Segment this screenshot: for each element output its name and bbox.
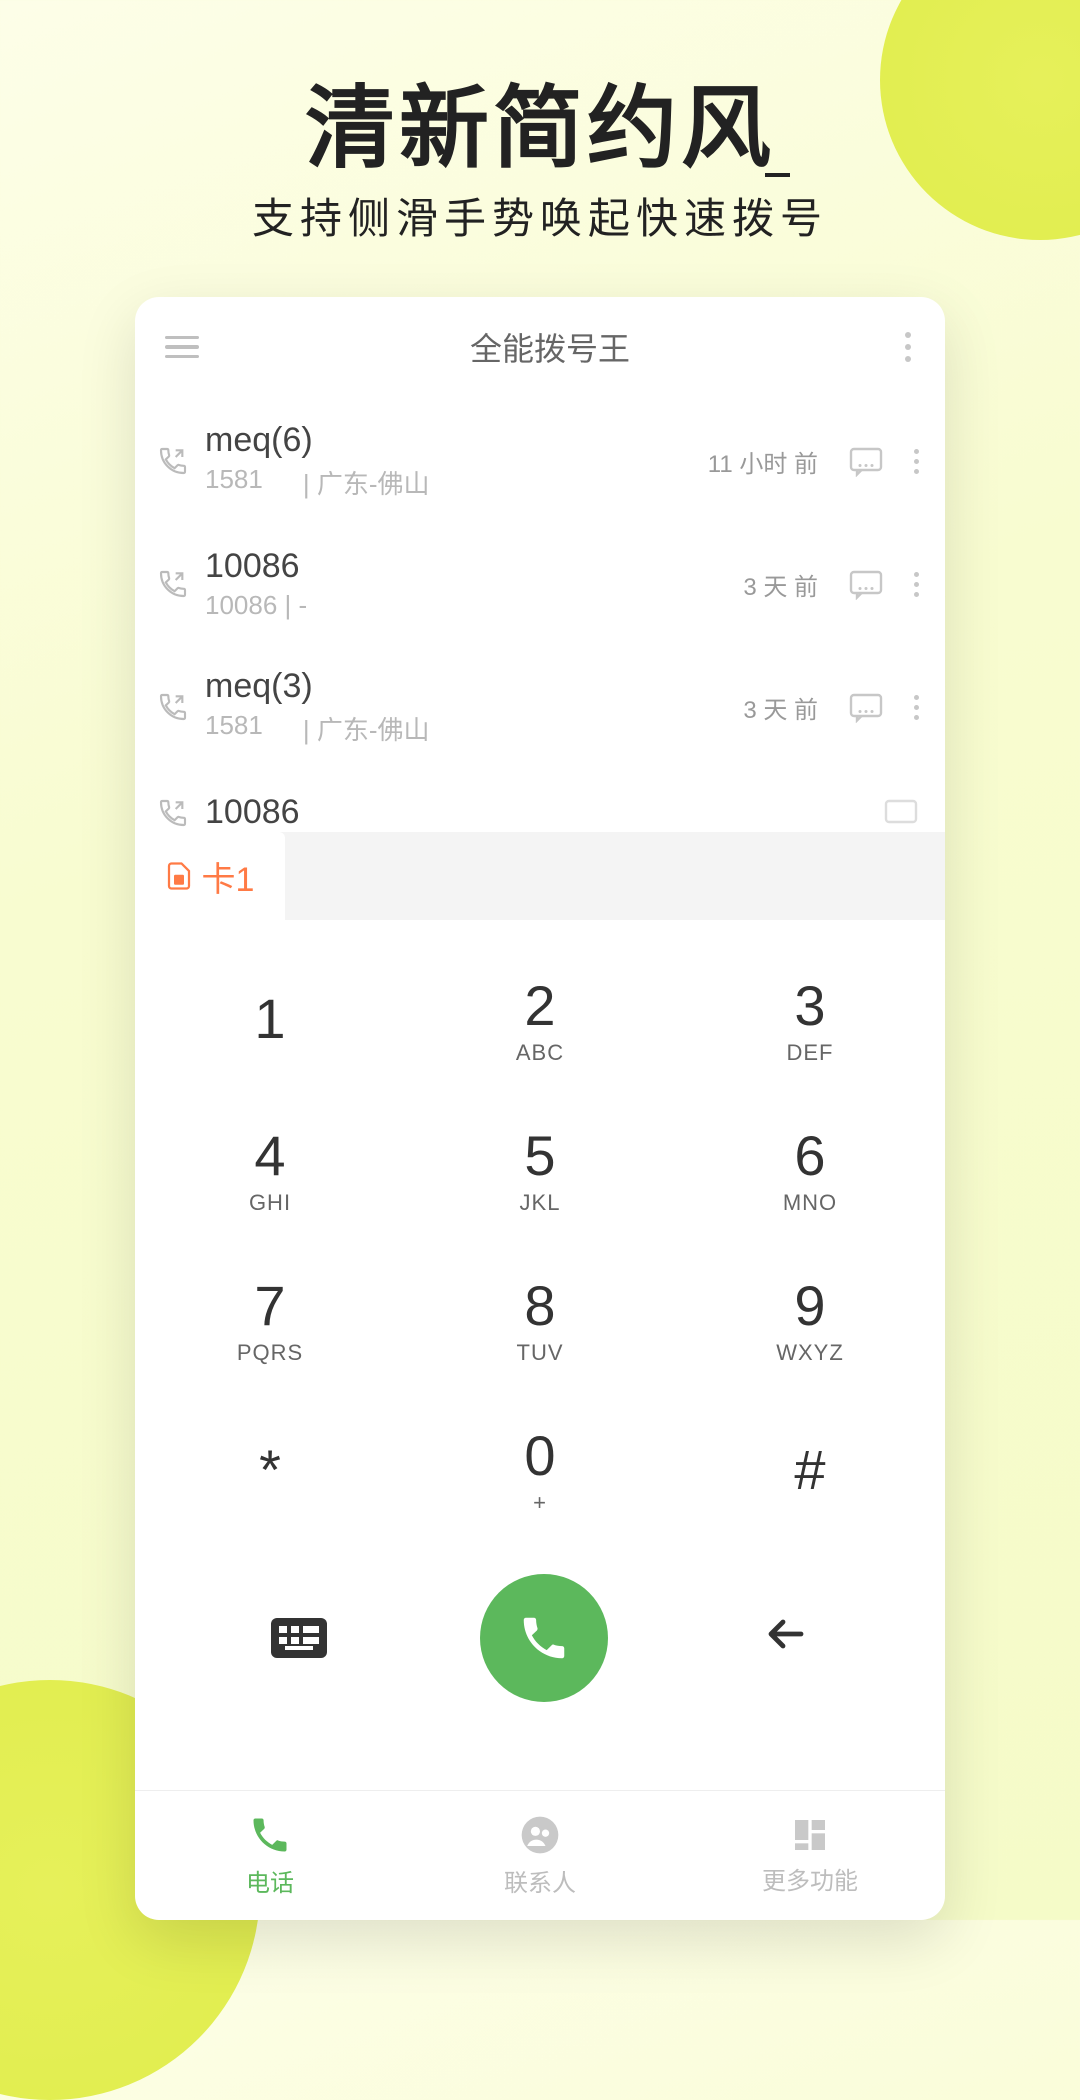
call-detail: 1581 | 广东-佛山 (205, 710, 727, 747)
hero-underline (765, 173, 790, 177)
more-tab-icon (790, 1815, 830, 1855)
call-log-item[interactable]: meq(3) 1581 | 广东-佛山 3 天 前 (135, 643, 945, 769)
call-number: 1581 (205, 710, 263, 747)
outgoing-call-icon (157, 691, 189, 723)
call-name: meq(6) (205, 421, 692, 460)
call-detail: 10086 | - (205, 590, 727, 621)
phone-frame: 全能拨号王 meq(6) 1581 | 广东-佛山 11 小时 前 10086 (135, 297, 945, 1920)
nav-contacts[interactable]: 联系人 (405, 1791, 675, 1920)
call-name: meq(3) (205, 667, 727, 706)
call-info: 10086 (205, 793, 853, 832)
call-time: 3 天 前 (743, 690, 818, 725)
hero-subtitle: 支持侧滑手势唤起快速拨号 (0, 185, 1080, 246)
key-9[interactable]: 9WXYZ (675, 1244, 945, 1394)
call-name: 10086 (205, 547, 727, 586)
key-hash[interactable]: # (675, 1394, 945, 1544)
key-0[interactable]: 0+ (405, 1394, 675, 1544)
outgoing-call-icon (157, 797, 189, 829)
app-title: 全能拨号王 (470, 324, 630, 370)
hero-title-text: 清新简约风 (305, 79, 775, 179)
message-icon[interactable] (883, 797, 919, 829)
phone-icon (517, 1611, 571, 1665)
sim-label: 卡1 (202, 852, 255, 901)
key-6[interactable]: 6MNO (675, 1094, 945, 1244)
sim-tab-bar: 卡1 (135, 832, 945, 920)
key-5[interactable]: 5JKL (405, 1094, 675, 1244)
call-info: meq(3) 1581 | 广东-佛山 (205, 667, 727, 747)
call-time: 11 小时 前 (708, 444, 818, 479)
sim-tab-1[interactable]: 卡1 (135, 832, 285, 920)
call-number: 1581 (205, 464, 263, 501)
nav-phone[interactable]: 电话 (135, 1791, 405, 1920)
call-location: | 广东-佛山 (303, 464, 430, 501)
keyboard-toggle-icon[interactable] (271, 1618, 327, 1658)
sim-icon (166, 861, 192, 891)
nav-label: 更多功能 (762, 1861, 858, 1896)
contacts-tab-icon (518, 1813, 562, 1857)
call-number: 10086 | - (205, 590, 307, 621)
message-icon[interactable] (848, 568, 884, 600)
key-7[interactable]: 7PQRS (135, 1244, 405, 1394)
key-8[interactable]: 8TUV (405, 1244, 675, 1394)
item-more-icon[interactable] (914, 449, 919, 474)
bottom-nav: 电话 联系人 更多功能 (135, 1790, 945, 1920)
call-time: 3 天 前 (743, 567, 818, 602)
call-name: 10086 (205, 793, 853, 832)
item-more-icon[interactable] (914, 695, 919, 720)
call-info: 10086 10086 | - (205, 547, 727, 621)
outgoing-call-icon (157, 445, 189, 477)
message-icon[interactable] (848, 445, 884, 477)
dial-button[interactable] (480, 1574, 608, 1702)
more-icon[interactable] (901, 328, 915, 366)
nav-label: 联系人 (504, 1863, 576, 1898)
phone-tab-icon (248, 1813, 292, 1857)
call-log: meq(6) 1581 | 广东-佛山 11 小时 前 10086 10086 … (135, 397, 945, 832)
item-more-icon[interactable] (914, 572, 919, 597)
call-log-item[interactable]: meq(6) 1581 | 广东-佛山 11 小时 前 (135, 397, 945, 523)
key-2[interactable]: 2ABC (405, 944, 675, 1094)
nav-label: 电话 (246, 1863, 294, 1898)
key-1[interactable]: 1 (135, 944, 405, 1094)
call-log-item[interactable]: 10086 10086 | - 3 天 前 (135, 523, 945, 643)
call-location: | 广东-佛山 (303, 710, 430, 747)
outgoing-call-icon (157, 568, 189, 600)
backspace-icon[interactable] (761, 1606, 809, 1671)
key-4[interactable]: 4GHI (135, 1094, 405, 1244)
menu-icon[interactable] (165, 336, 199, 359)
topbar: 全能拨号王 (135, 297, 945, 397)
dial-actions (135, 1544, 945, 1742)
call-log-item[interactable]: 10086 (135, 769, 945, 832)
nav-more[interactable]: 更多功能 (675, 1791, 945, 1920)
hero-title: 清新简约风 (0, 55, 1080, 185)
dial-keypad: 1 2ABC 3DEF 4GHI 5JKL 6MNO 7PQRS 8TUV 9W… (135, 944, 945, 1544)
call-detail: 1581 | 广东-佛山 (205, 464, 692, 501)
call-info: meq(6) 1581 | 广东-佛山 (205, 421, 692, 501)
key-star[interactable]: * (135, 1394, 405, 1544)
key-3[interactable]: 3DEF (675, 944, 945, 1094)
message-icon[interactable] (848, 691, 884, 723)
